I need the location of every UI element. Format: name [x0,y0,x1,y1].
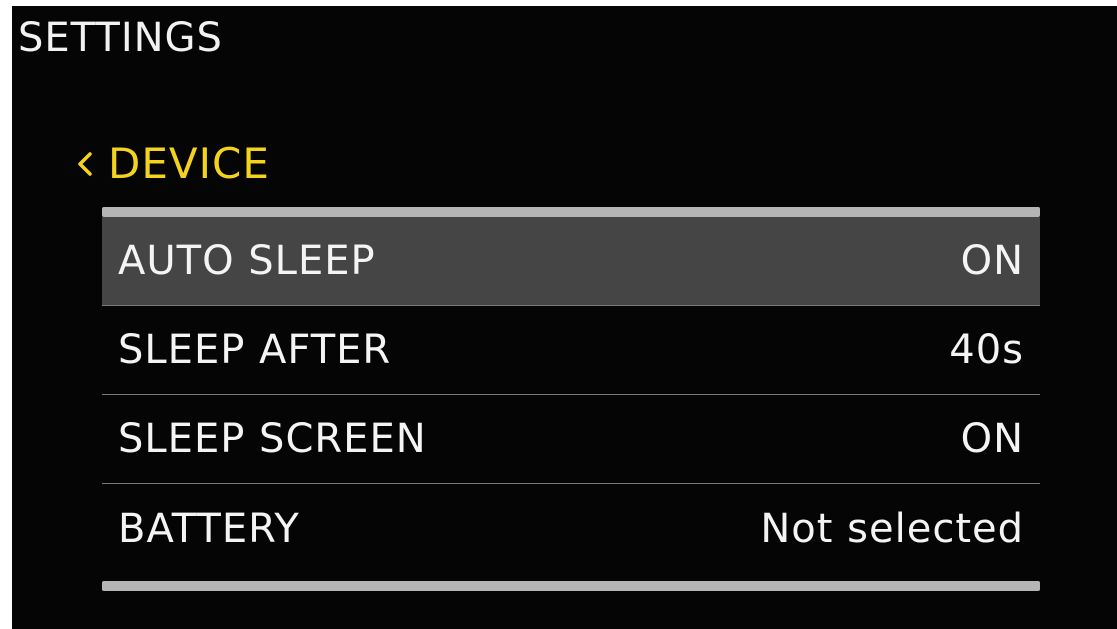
menu-item-auto-sleep[interactable]: AUTO SLEEP ON [102,217,1040,306]
settings-list: AUTO SLEEP ON SLEEP AFTER 40s SLEEP SCRE… [102,207,1040,591]
list-bottom-edge [102,581,1040,591]
menu-item-value: Not selected [760,505,1024,552]
menu-item-sleep-screen[interactable]: SLEEP SCREEN ON [102,395,1040,484]
menu-item-label: SLEEP AFTER [118,327,392,373]
menu-item-sleep-after[interactable]: SLEEP AFTER 40s [102,306,1040,395]
menu-item-battery[interactable]: BATTERY Not selected [102,484,1040,573]
list-top-edge [102,207,1040,217]
chevron-left-icon[interactable] [70,144,100,184]
menu-item-label: SLEEP SCREEN [118,416,427,462]
menu-item-label: AUTO SLEEP [118,238,376,284]
page-title: SETTINGS [18,15,223,61]
menu-item-label: BATTERY [118,505,300,552]
menu-item-value: ON [960,238,1024,284]
section-title: DEVICE [108,139,270,188]
menu-item-value: ON [960,416,1024,462]
device-screen: SETTINGS DEVICE AUTO SLEEP ON SLEEP AFTE… [12,6,1117,629]
back-button[interactable]: DEVICE [70,134,270,194]
menu-item-value: 40s [949,327,1024,373]
